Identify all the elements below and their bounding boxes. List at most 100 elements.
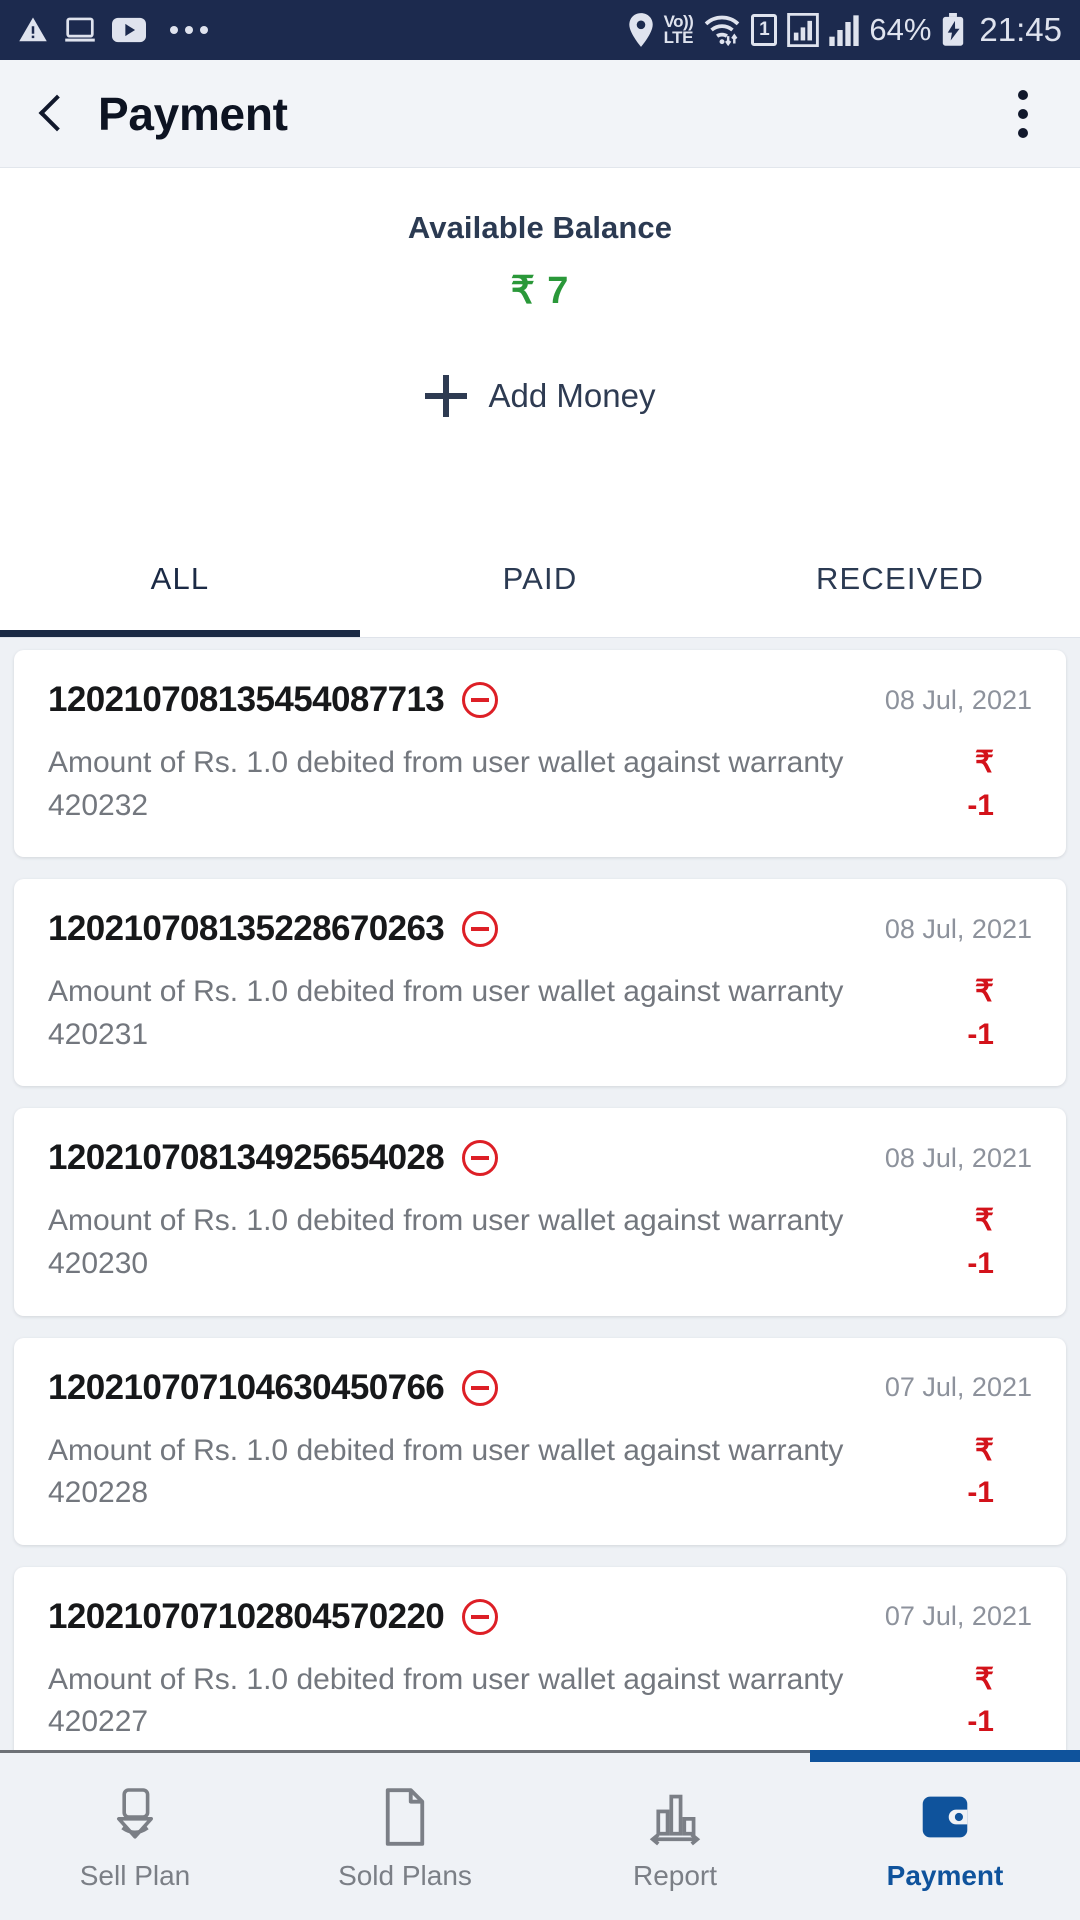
transaction-body: Amount of Rs. 1.0 debited from user wall… [48, 1200, 1032, 1285]
tab-all[interactable]: ALL [0, 520, 360, 637]
transaction-description: Amount of Rs. 1.0 debited from user wall… [48, 1662, 844, 1739]
table-row[interactable]: 120210708134925654028 08 Jul, 2021 Amoun… [14, 1108, 1066, 1316]
transaction-amount: ₹ -1 [948, 1659, 994, 1744]
battery-percent-label: 64% [869, 12, 932, 47]
currency-symbol: ₹ [974, 975, 994, 1009]
sim-label: 1 [759, 19, 770, 40]
transaction-date: 07 Jul, 2021 [884, 1601, 1032, 1632]
tab-paid[interactable]: PAID [360, 520, 720, 637]
minus-circle-icon [462, 1369, 499, 1406]
minus-circle-icon [462, 1598, 499, 1635]
available-balance-amount: ₹ 7 [510, 270, 570, 312]
volte-icon: Vo)) LTE [663, 13, 694, 47]
currency-symbol: ₹ [974, 1433, 994, 1467]
nav-item-sell-plan[interactable]: Sell Plan [0, 1753, 270, 1920]
balance-section: Available Balance ₹ 7 Add Money [0, 168, 1080, 520]
transaction-description: Amount of Rs. 1.0 debited from user wall… [48, 746, 844, 822]
document-icon [382, 1787, 428, 1846]
transaction-amount: ₹ -1 [948, 1430, 994, 1515]
tab-all-label: ALL [150, 560, 210, 596]
nav-label-report: Report [632, 1859, 718, 1891]
status-bar: Vo)) LTE 1 64% 21:45 [0, 0, 1080, 60]
table-row[interactable]: 120210708135454087713 08 Jul, 2021 Amoun… [14, 650, 1066, 858]
transaction-description: Amount of Rs. 1.0 debited from user wall… [48, 975, 844, 1051]
currency-symbol: ₹ [974, 746, 994, 779]
transaction-date: 07 Jul, 2021 [884, 1372, 1032, 1403]
amount-value: -1 [967, 1476, 994, 1510]
amount-value: -1 [967, 1246, 994, 1280]
currency-symbol: ₹ [974, 1204, 994, 1238]
transaction-id: 120210708134925654028 [48, 1138, 445, 1178]
transaction-header: 120210707102804570220 07 Jul, 2021 [48, 1597, 1032, 1637]
transaction-amount: ₹ -1 [948, 971, 994, 1056]
volte-bottom-text: LTE [663, 28, 694, 47]
status-bar-right: Vo)) LTE 1 64% 21:45 [628, 11, 1062, 49]
transaction-header: 120210708135454087713 08 Jul, 2021 [48, 680, 1032, 720]
location-pin-icon [628, 13, 654, 47]
table-row[interactable]: 120210707104630450766 07 Jul, 2021 Amoun… [14, 1337, 1066, 1545]
minus-circle-icon [462, 1140, 499, 1177]
sim-card-icon: 1 [751, 14, 778, 46]
transaction-date: 08 Jul, 2021 [884, 684, 1032, 715]
tab-received-label: RECEIVED [815, 560, 985, 596]
tab-received[interactable]: RECEIVED [720, 520, 1080, 637]
table-row[interactable]: 120210708135228670263 08 Jul, 2021 Amoun… [14, 879, 1066, 1087]
transaction-id: 120210707104630450766 [48, 1367, 445, 1407]
nav-item-payment[interactable]: Payment [810, 1750, 1080, 1920]
minus-circle-icon [462, 911, 499, 948]
sell-plan-icon [108, 1787, 162, 1846]
currency-symbol: ₹ [974, 1662, 994, 1696]
transaction-header: 120210708134925654028 08 Jul, 2021 [48, 1138, 1032, 1178]
status-bar-left [18, 15, 208, 45]
transaction-id: 120210708135454087713 [48, 680, 445, 719]
signal-bars-icon [829, 14, 860, 46]
back-chevron-icon[interactable] [30, 91, 76, 137]
transaction-amount: ₹ -1 [948, 1200, 994, 1285]
page-title: Payment [98, 87, 288, 140]
plus-icon [424, 375, 467, 417]
app-bar: Payment [0, 60, 1080, 168]
signal-boxed-icon [787, 13, 820, 47]
transaction-description: Amount of Rs. 1.0 debited from user wall… [48, 1204, 844, 1280]
transaction-body: Amount of Rs. 1.0 debited from user wall… [48, 971, 1032, 1056]
phone-screen: Vo)) LTE 1 64% 21:45 Payment Available B… [0, 0, 1080, 1920]
add-money-label: Add Money [488, 377, 656, 414]
transaction-body: Amount of Rs. 1.0 debited from user wall… [48, 1659, 1032, 1744]
transaction-id: 120210707102804570220 [48, 1596, 445, 1636]
transaction-description: Amount of Rs. 1.0 debited from user wall… [48, 1433, 844, 1510]
nav-label-payment: Payment [886, 1859, 1004, 1891]
transaction-body: Amount of Rs. 1.0 debited from user wall… [48, 1430, 1032, 1515]
more-dots-icon [170, 26, 208, 34]
add-money-button[interactable]: Add Money [424, 375, 656, 417]
transaction-date: 08 Jul, 2021 [884, 913, 1032, 944]
transaction-tabs: ALL PAID RECEIVED [0, 520, 1080, 638]
transaction-id: 120210708135228670263 [48, 909, 445, 949]
transaction-header: 120210708135228670263 08 Jul, 2021 [48, 909, 1032, 949]
nav-label-sell-plan: Sell Plan [79, 1859, 191, 1891]
tab-paid-label: PAID [502, 560, 578, 596]
overflow-menu-icon[interactable] [996, 89, 1050, 138]
transaction-date: 08 Jul, 2021 [884, 1142, 1032, 1173]
battery-charging-icon [941, 13, 965, 47]
nav-item-report[interactable]: Report [540, 1753, 810, 1920]
bottom-navigation: Sell Plan Sold Plans Report Payment [0, 1750, 1080, 1920]
amount-value: -1 [967, 1017, 994, 1051]
desktop-icon [64, 15, 96, 45]
amount-value: -1 [967, 788, 994, 822]
available-balance-label: Available Balance [407, 210, 673, 245]
youtube-icon [112, 17, 146, 43]
transaction-amount: ₹ -1 [948, 742, 994, 827]
status-bar-clock: 21:45 [979, 11, 1062, 48]
table-row[interactable]: 120210707102804570220 07 Jul, 2021 Amoun… [14, 1566, 1066, 1750]
wallet-icon [919, 1788, 971, 1846]
transaction-header: 120210707104630450766 07 Jul, 2021 [48, 1368, 1032, 1408]
nav-item-sold-plans[interactable]: Sold Plans [270, 1753, 540, 1920]
amount-value: -1 [967, 1705, 994, 1739]
bar-chart-icon [649, 1788, 701, 1846]
nav-label-sold-plans: Sold Plans [338, 1859, 472, 1891]
transaction-body: Amount of Rs. 1.0 debited from user wall… [48, 742, 1032, 827]
transaction-list[interactable]: 120210708135454087713 08 Jul, 2021 Amoun… [0, 638, 1080, 1750]
wifi-icon [703, 14, 741, 46]
minus-circle-icon [462, 682, 499, 718]
warning-triangle-icon [18, 15, 48, 45]
